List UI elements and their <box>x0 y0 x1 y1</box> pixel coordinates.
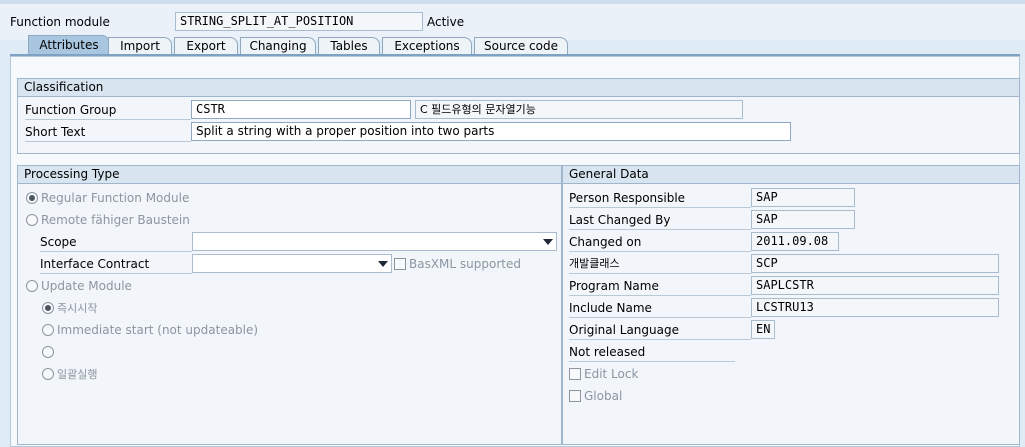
basxml-checkbox[interactable]: BasXML supported <box>394 256 521 272</box>
classification-title: Classification <box>18 79 1019 97</box>
original-language-label: Original Language <box>569 321 751 340</box>
immediate-not-updateable-radio[interactable]: Immediate start (not updateable) <box>42 322 258 338</box>
status-text: Active <box>427 15 465 29</box>
short-text-label: Short Text <box>25 123 191 142</box>
function-group-label: Function Group <box>25 101 191 120</box>
include-name-label: Include Name <box>569 299 751 318</box>
remote-enabled-radio[interactable]: Remote fähiger Baustein <box>26 212 190 228</box>
release-status-text: Not released <box>569 343 735 362</box>
chevron-down-icon <box>378 261 388 267</box>
short-text-field[interactable]: Split a string with a proper position in… <box>191 122 791 141</box>
interface-contract-dropdown[interactable] <box>192 254 392 273</box>
processing-type-group: Processing Type <box>17 165 562 445</box>
radio-icon <box>42 324 54 336</box>
remote-enabled-label: Remote fähiger Baustein <box>41 213 190 227</box>
changed-on-label: Changed on <box>569 233 751 252</box>
scope-dropdown[interactable] <box>192 232 557 251</box>
function-group-field[interactable]: CSTR <box>191 100 411 119</box>
function-group-description: C 필드유형의 문자열기능 <box>415 100 743 119</box>
regular-function-module-radio[interactable]: Regular Function Module <box>26 190 189 206</box>
radio-icon <box>42 346 54 358</box>
general-data-title: General Data <box>563 166 1019 184</box>
edit-lock-checkbox[interactable]: Edit Lock <box>569 366 638 382</box>
radio-icon <box>26 214 38 226</box>
checkbox-icon <box>569 390 581 402</box>
regular-function-module-label: Regular Function Module <box>41 191 190 205</box>
tab-tables[interactable]: Tables <box>318 37 380 55</box>
radio-icon <box>42 368 54 380</box>
update-module-radio[interactable]: Update Module <box>26 278 132 294</box>
tab-source-code[interactable]: Source code <box>474 37 568 55</box>
header-top-line <box>0 0 1025 4</box>
basxml-label: BasXML supported <box>409 257 521 271</box>
package-label: 개발클래스 <box>569 255 751 274</box>
last-changed-by-label: Last Changed By <box>569 211 751 230</box>
processing-type-title: Processing Type <box>18 166 561 184</box>
checkbox-icon <box>569 368 581 380</box>
scope-label: Scope <box>40 233 192 252</box>
radio-icon <box>26 280 38 292</box>
tab-exceptions[interactable]: Exceptions <box>382 37 472 55</box>
collective-run-label: 일괄실행 <box>57 368 98 381</box>
update-option-3-radio[interactable] <box>42 344 57 360</box>
chevron-down-icon <box>543 239 553 245</box>
include-name-field[interactable]: LCSTRU13 <box>751 298 999 317</box>
tab-attributes[interactable]: Attributes <box>28 35 110 55</box>
program-name-label: Program Name <box>569 277 751 296</box>
person-responsible-field[interactable]: SAP <box>751 188 855 207</box>
package-field[interactable]: SCP <box>751 254 999 273</box>
global-checkbox[interactable]: Global <box>569 388 622 404</box>
update-module-label: Update Module <box>41 279 132 293</box>
global-label: Global <box>584 389 623 403</box>
update-start-immediate-label: 즉시시작 <box>57 302 98 315</box>
program-name-field[interactable]: SAPLCSTR <box>751 276 999 295</box>
header-bar <box>0 0 1025 40</box>
edit-lock-label: Edit Lock <box>584 367 639 381</box>
collective-run-radio[interactable]: 일괄실행 <box>42 366 97 383</box>
function-module-field[interactable]: STRING_SPLIT_AT_POSITION <box>175 12 423 31</box>
original-language-field[interactable]: EN <box>751 320 775 339</box>
checkbox-icon <box>394 258 406 270</box>
radio-selected-icon <box>26 192 38 204</box>
tab-export[interactable]: Export <box>174 37 238 55</box>
function-module-label: Function module <box>10 15 110 29</box>
tab-import[interactable]: Import <box>108 37 172 55</box>
tab-changing[interactable]: Changing <box>240 37 316 55</box>
immediate-not-updateable-label: Immediate start (not updateable) <box>57 323 259 337</box>
person-responsible-label: Person Responsible <box>569 189 751 208</box>
last-changed-by-field[interactable]: SAP <box>751 210 855 229</box>
changed-on-field[interactable]: 2011.09.08 <box>751 232 839 251</box>
update-start-immediate-radio[interactable]: 즉시시작 <box>42 300 97 317</box>
interface-contract-label: Interface Contract <box>40 255 192 274</box>
radio-selected-icon <box>42 302 54 314</box>
